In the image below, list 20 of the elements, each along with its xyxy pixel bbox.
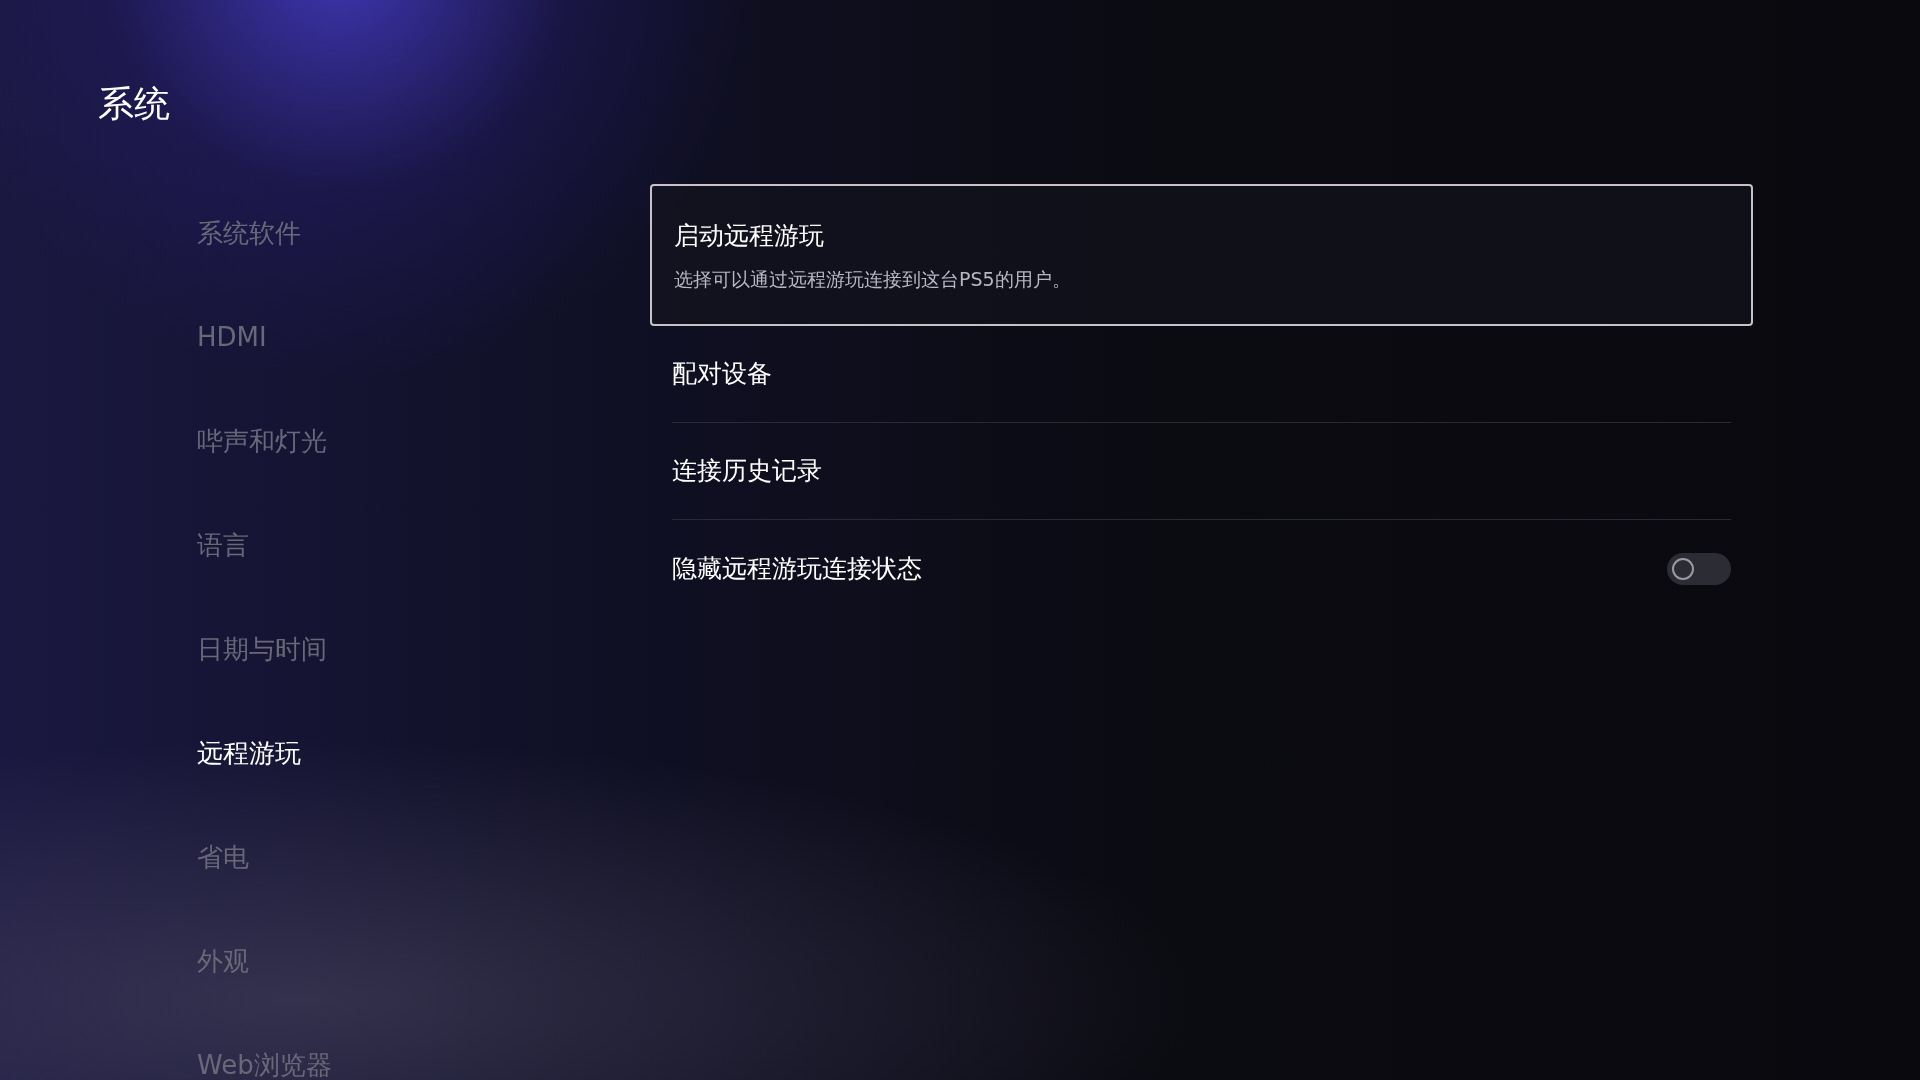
sidebar-item[interactable]: 系统软件 [197, 181, 650, 285]
setting-row[interactable]: 配对设备 [650, 326, 1753, 423]
sidebar-item[interactable]: Web浏览器 [197, 1013, 650, 1077]
sidebar-item[interactable]: 哔声和灯光 [197, 389, 650, 493]
toggle-switch[interactable] [1667, 552, 1731, 585]
setting-label: 配对设备 [672, 358, 772, 391]
setting-label: 启动远程游玩 [674, 220, 825, 252]
setting-label: 连接历史记录 [672, 455, 822, 488]
sidebar-item[interactable]: 远程游玩 [197, 701, 650, 805]
sidebar-item[interactable]: 外观 [197, 909, 650, 1013]
setting-row[interactable]: 启动远程游玩 选择可以通过远程游玩连接到这台PS5的用户。 [650, 184, 1753, 326]
setting-row[interactable]: 隐藏远程游玩连接状态 [650, 520, 1753, 617]
setting-label: 隐藏远程游玩连接状态 [672, 552, 922, 585]
sidebar-item[interactable]: 日期与时间 [197, 597, 650, 701]
sidebar-item[interactable]: 省电 [197, 805, 650, 909]
sidebar-item[interactable]: 语言 [197, 493, 650, 597]
setting-description: 选择可以通过远程游玩连接到这台PS5的用户。 [674, 266, 1071, 292]
setting-row[interactable]: 连接历史记录 [650, 423, 1753, 520]
sidebar-item[interactable]: HDMI [197, 285, 650, 389]
page-title: 系统 [97, 82, 171, 126]
